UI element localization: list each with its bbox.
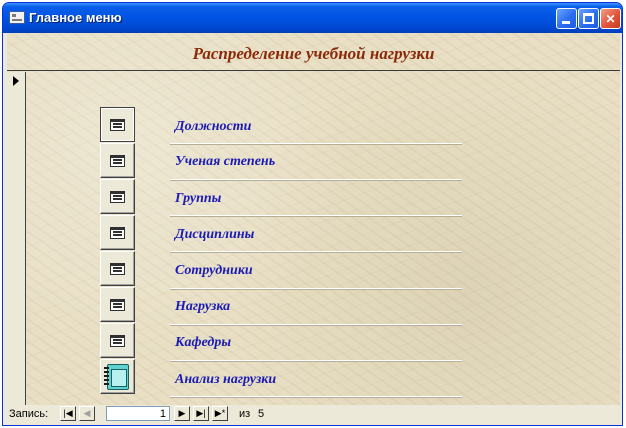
record-selector[interactable] [7, 72, 26, 405]
of-label: из [239, 408, 251, 420]
form-header: Распределение учебной нагрузки [7, 33, 620, 71]
divider [170, 360, 462, 361]
button-positions[interactable] [100, 107, 135, 142]
previous-record-button[interactable]: ◀ [79, 406, 95, 421]
divider [170, 143, 462, 144]
menu-label-departments[interactable]: Кафедры [175, 335, 231, 351]
close-icon: ✕ [605, 11, 616, 26]
total-records: 5 [258, 408, 265, 420]
menu-label-employees[interactable]: Сотрудники [175, 263, 253, 279]
window-title: Главное меню [29, 10, 122, 25]
new-record-button[interactable]: ▶* [212, 406, 228, 421]
button-groups[interactable] [100, 179, 135, 214]
menu-label-positions[interactable]: Должности [175, 119, 251, 135]
menu-label-workload[interactable]: Нагрузка [175, 299, 230, 315]
button-workload[interactable] [100, 287, 135, 322]
divider [170, 215, 462, 216]
maximize-icon [583, 13, 594, 24]
form-icon [110, 334, 125, 347]
record-label: Запись: [9, 408, 49, 420]
menu-label-workload-analysis[interactable]: Анализ нагрузки [175, 372, 276, 388]
form-icon [110, 262, 125, 275]
form-area: Распределение учебной нагрузки Должности… [7, 33, 620, 405]
record-navigation-bar: Запись: |◀ ◀ ▶ ▶| ▶* из 5 [7, 405, 620, 423]
divider [170, 179, 462, 180]
minimize-button[interactable] [556, 8, 577, 29]
maximize-button[interactable] [578, 8, 599, 29]
form-icon [110, 298, 125, 311]
form-icon [110, 190, 125, 203]
report-icon [103, 363, 129, 390]
form-window-icon[interactable] [9, 11, 25, 24]
form-icon [110, 154, 125, 167]
last-record-button[interactable]: ▶| [193, 406, 209, 421]
form-icon [110, 226, 125, 239]
page-title: Распределение учебной нагрузки [192, 44, 435, 63]
divider [170, 396, 462, 397]
button-departments[interactable] [100, 323, 135, 358]
current-record-input[interactable] [106, 406, 170, 421]
menu-label-groups[interactable]: Группы [175, 191, 221, 207]
button-workload-analysis[interactable] [100, 359, 135, 394]
title-bar[interactable]: Главное меню ✕ [3, 3, 622, 33]
first-record-button[interactable]: |◀ [60, 406, 76, 421]
close-button[interactable]: ✕ [600, 8, 621, 29]
divider [170, 288, 462, 289]
button-academic-degree[interactable] [100, 143, 135, 178]
form-icon [110, 118, 125, 131]
menu-label-disciplines[interactable]: Дисциплины [175, 227, 254, 243]
main-menu-window: Главное меню ✕ Распределение учебной наг… [2, 2, 623, 426]
button-employees[interactable] [100, 251, 135, 286]
next-record-button[interactable]: ▶ [174, 406, 190, 421]
button-disciplines[interactable] [100, 215, 135, 250]
divider [170, 251, 462, 252]
current-record-arrow-icon [13, 76, 19, 86]
menu-label-academic-degree[interactable]: Ученая степень [175, 154, 275, 170]
divider [170, 324, 462, 325]
minimize-icon [562, 21, 570, 24]
